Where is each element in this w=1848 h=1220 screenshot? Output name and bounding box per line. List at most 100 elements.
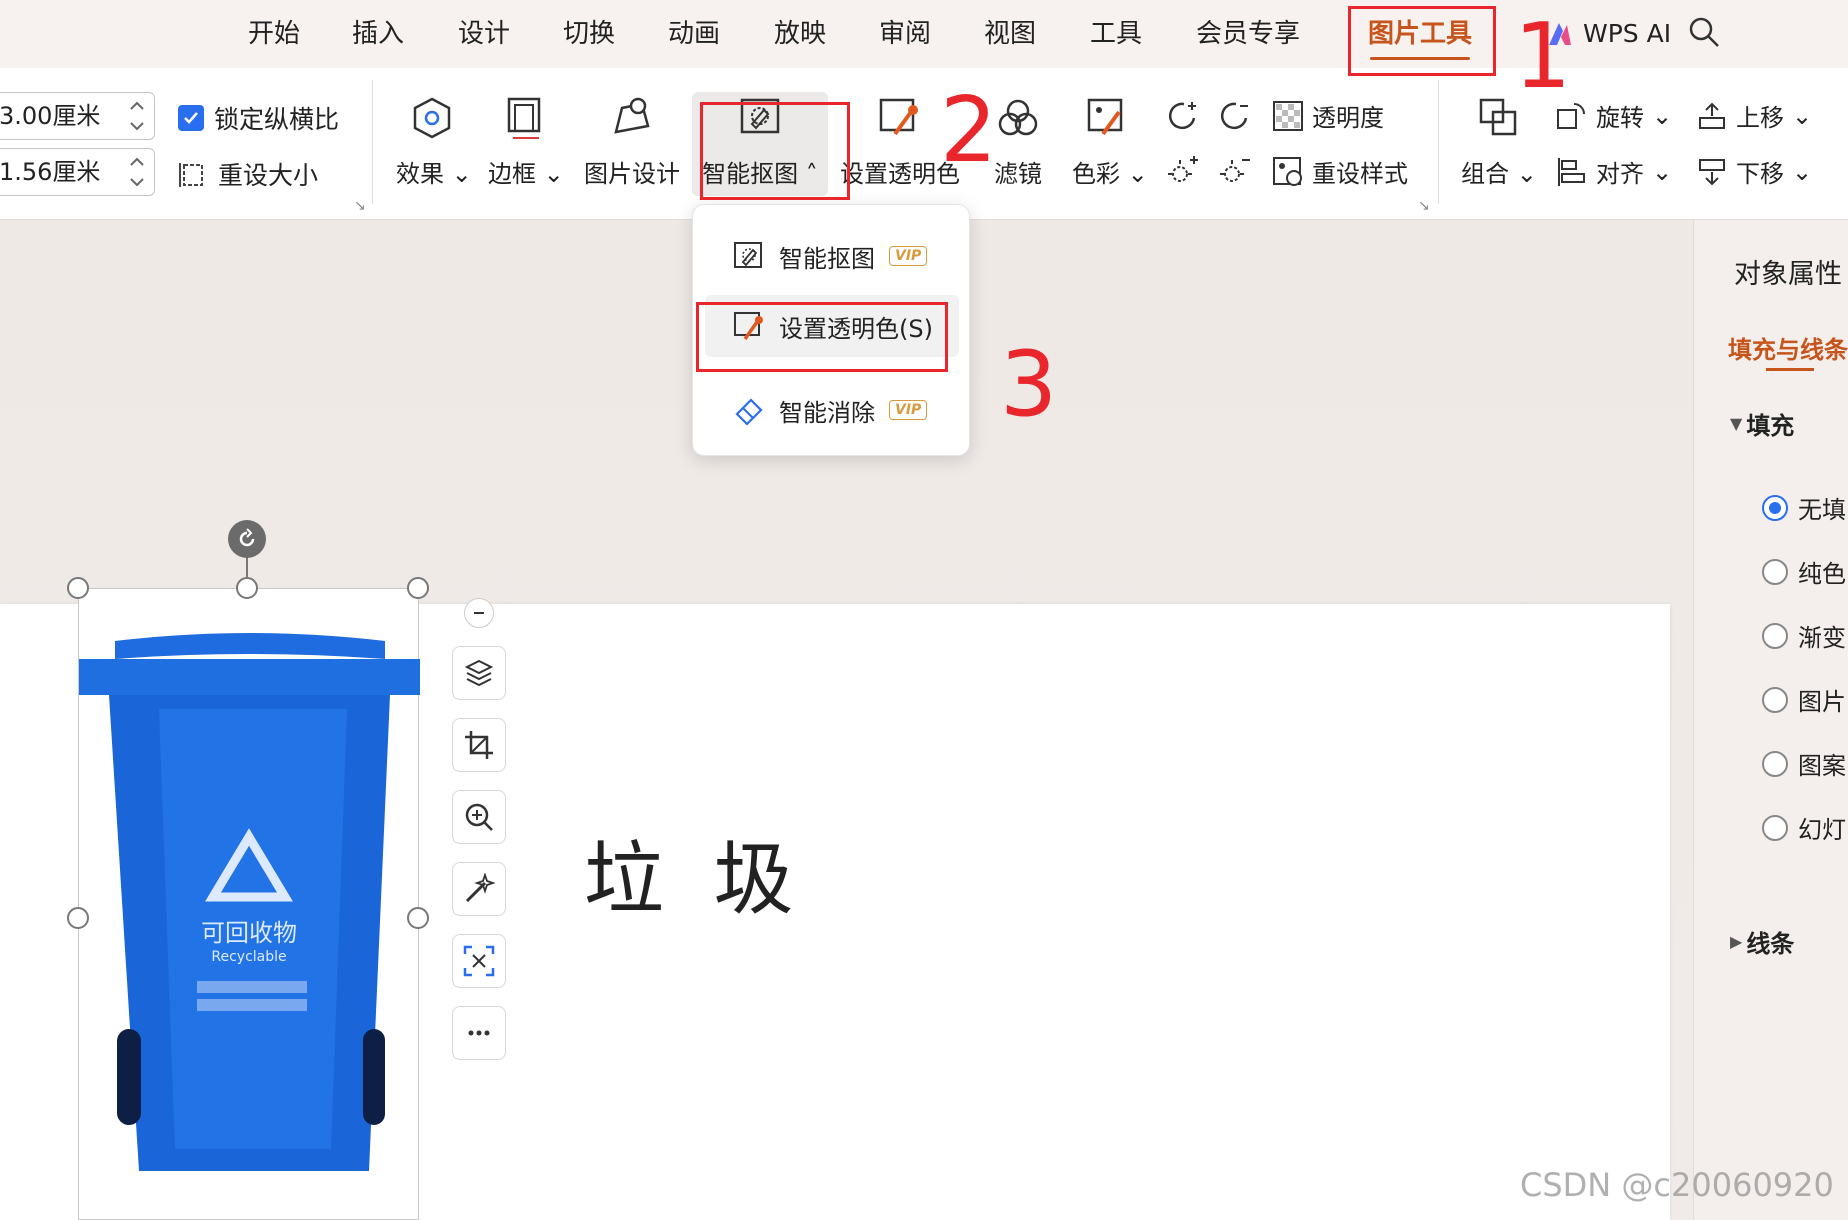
picture-design-icon xyxy=(614,97,650,134)
rotate-handle[interactable] xyxy=(228,520,266,558)
resize-handle-left[interactable] xyxy=(67,907,89,929)
fill-option-none[interactable]: 无填 xyxy=(1762,490,1846,525)
vip-badge: VIP xyxy=(889,400,928,420)
bin-label-en: Recyclable xyxy=(211,949,286,965)
crop-icon xyxy=(465,731,493,759)
menu-item-smart-cutout[interactable]: 智能抠图 VIP xyxy=(705,225,959,287)
extract-text-button[interactable] xyxy=(452,934,506,988)
radio-icon xyxy=(1762,814,1788,841)
group-button[interactable]: 组合 ⌄ xyxy=(1460,96,1538,189)
layers-icon xyxy=(464,659,494,687)
contrast-up-icon[interactable] xyxy=(1164,154,1200,190)
fill-option-picture[interactable]: 图片 xyxy=(1762,682,1846,717)
dialog-launcher-icon[interactable]: ↘ xyxy=(354,198,366,214)
tab-design[interactable]: 设计 xyxy=(458,14,510,54)
height-spinner[interactable]: 1.56厘米 xyxy=(0,148,155,196)
filter-icon xyxy=(998,99,1038,136)
bin-label-cn: 可回收物 xyxy=(201,919,297,947)
fill-option-label: 渐变 xyxy=(1798,624,1846,652)
fill-option-pattern[interactable]: 图案 xyxy=(1762,746,1846,781)
move-down-button[interactable]: 下移 ⌄ xyxy=(1696,154,1812,189)
object-properties-pane: 对象属性 填充与线条 ▼ 填充 无填 纯色 渐变 图片 图案 幻灯 ▶ 线条 xyxy=(1693,220,1848,1220)
dialog-launcher-icon[interactable]: ↘ xyxy=(1418,198,1430,214)
layers-button[interactable] xyxy=(452,646,506,700)
width-spinner[interactable]: 3.00厘米 xyxy=(0,92,155,140)
fill-option-slide-bg[interactable]: 幻灯 xyxy=(1762,810,1846,845)
fill-option-label: 无填 xyxy=(1798,496,1846,524)
extract-text-icon xyxy=(463,945,495,977)
effect-label: 效果 xyxy=(396,160,444,188)
tab-insert[interactable]: 插入 xyxy=(352,14,404,54)
resize-handle-top-right[interactable] xyxy=(407,577,429,599)
tab-start[interactable]: 开始 xyxy=(248,14,300,54)
tab-slideshow[interactable]: 放映 xyxy=(774,14,826,54)
eraser-icon xyxy=(735,398,763,426)
tab-view[interactable]: 视图 xyxy=(984,14,1036,54)
align-button[interactable]: 对齐 ⌄ xyxy=(1556,154,1672,189)
line-section-header[interactable]: ▶ 线条 xyxy=(1730,924,1794,959)
vip-badge: VIP xyxy=(889,246,928,266)
more-tools-button[interactable] xyxy=(452,1006,506,1060)
reset-style-icon xyxy=(1273,156,1302,186)
picture-design-button[interactable]: 图片设计 xyxy=(582,96,682,189)
collapse-toolbar-button[interactable] xyxy=(464,598,494,628)
fill-option-label: 幻灯 xyxy=(1798,816,1846,844)
width-value: 3.00厘米 xyxy=(0,102,101,130)
spinner-arrows-icon[interactable] xyxy=(128,99,146,133)
move-up-button[interactable]: 上移 ⌄ xyxy=(1696,98,1812,133)
border-button[interactable]: 边框 ⌄ xyxy=(488,96,564,189)
rotate-label: 旋转 xyxy=(1596,104,1644,132)
selected-image[interactable]: 可回收物 Recyclable xyxy=(78,588,420,1220)
radio-icon xyxy=(1762,622,1788,649)
tab-tools[interactable]: 工具 xyxy=(1090,14,1142,54)
effect-button[interactable]: 效果 ⌄ xyxy=(396,96,472,189)
border-icon xyxy=(507,97,541,139)
contrast-down-icon[interactable] xyxy=(1216,154,1252,190)
spinner-arrows-icon[interactable] xyxy=(128,155,146,189)
tab-animation[interactable]: 动画 xyxy=(668,14,720,54)
reset-style-button[interactable]: 重设样式 xyxy=(1272,154,1408,189)
menu-item-label: 智能消除 xyxy=(779,398,875,427)
fill-option-solid[interactable]: 纯色 xyxy=(1762,554,1846,589)
color-label: 色彩 xyxy=(1072,160,1120,188)
annotation-box-2 xyxy=(700,102,850,200)
color-button[interactable]: 色彩 ⌄ xyxy=(1072,96,1148,189)
move-up-icon xyxy=(1699,102,1725,129)
pane-title: 对象属性 xyxy=(1734,259,1842,290)
height-value: 1.56厘米 xyxy=(0,158,101,186)
resize-handle-right[interactable] xyxy=(407,907,429,929)
magic-edit-button[interactable] xyxy=(452,862,506,916)
transparency-button[interactable]: 透明度 xyxy=(1272,98,1384,133)
menu-item-smart-erase[interactable]: 智能消除 VIP xyxy=(705,379,959,441)
transparent-color-icon xyxy=(879,98,918,136)
slide-text-box[interactable]: 垃 圾 xyxy=(584,815,805,931)
cube-icon xyxy=(413,97,451,139)
brightness-down-icon[interactable] xyxy=(1216,98,1252,134)
search-icon[interactable] xyxy=(1686,14,1722,50)
smart-cutout-icon xyxy=(734,242,762,268)
minus-icon xyxy=(474,612,484,614)
fill-option-gradient[interactable]: 渐变 xyxy=(1762,618,1846,653)
tab-member[interactable]: 会员专享 xyxy=(1196,14,1300,54)
resize-handle-top-left[interactable] xyxy=(67,577,89,599)
brightness-up-icon[interactable] xyxy=(1164,98,1200,134)
lock-ratio-checkbox[interactable]: 锁定纵横比 xyxy=(178,100,339,136)
resize-handle-top[interactable] xyxy=(236,577,258,599)
fill-section-header[interactable]: ▼ 填充 xyxy=(1730,406,1794,441)
zoom-in-button[interactable] xyxy=(452,790,506,844)
reset-size-icon xyxy=(179,163,203,187)
rotate-button[interactable]: 旋转 ⌄ xyxy=(1556,98,1672,133)
reset-size-button[interactable]: 重设大小 xyxy=(178,156,318,192)
crop-button[interactable] xyxy=(452,718,506,772)
triangle-down-icon: ▼ xyxy=(1730,414,1743,433)
align-label: 对齐 xyxy=(1596,160,1644,188)
fill-option-label: 图片 xyxy=(1798,688,1846,716)
active-tab-underline xyxy=(1766,368,1814,371)
tab-review[interactable]: 审阅 xyxy=(879,14,931,54)
magic-wand-icon xyxy=(465,873,495,903)
wps-ai-label: WPS AI xyxy=(1583,19,1672,48)
radio-selected-icon xyxy=(1762,494,1788,521)
tab-fill-and-line[interactable]: 填充与线条 xyxy=(1728,330,1848,365)
tab-transition[interactable]: 切换 xyxy=(563,14,615,54)
line-section-label: 线条 xyxy=(1746,930,1795,958)
